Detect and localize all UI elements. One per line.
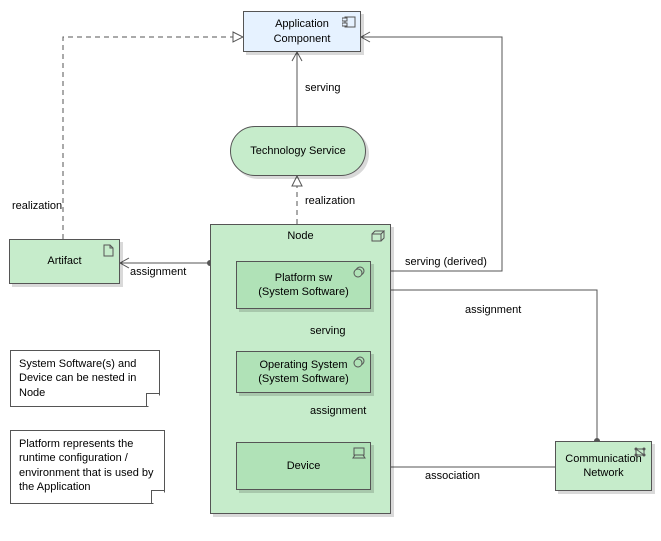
edge-label-serving: serving [305,82,340,94]
edge-label-assignment-inner: assignment [310,405,366,417]
technology-service[interactable]: Technology Service [230,126,366,176]
communication-network[interactable]: Communication Network [555,441,652,491]
artifact[interactable]: Artifact [9,239,120,284]
device-icon [352,447,366,459]
edge-label-assignment-left: assignment [130,266,186,278]
artifact-icon [101,244,115,256]
edge-label-association: association [425,470,480,482]
note-platform: Platform represents the runtime configur… [10,430,165,504]
note-nesting-text: System Software(s) and Device can be nes… [19,358,136,399]
edge-label-assignment-right: assignment [465,304,521,316]
operating-system[interactable]: Operating System (System Software) [236,351,371,393]
technology-service-label: Technology Service [250,144,345,158]
edge-label-serving-inner: serving [310,325,345,337]
device[interactable]: Device [236,442,371,490]
platform-sw[interactable]: Platform sw (System Software) [236,261,371,309]
note-nesting: System Software(s) and Device can be nes… [10,350,160,407]
network-icon [633,446,647,458]
communication-network-label: Communication Network [565,452,641,481]
application-component-label: Application Component [274,17,331,46]
artifact-label: Artifact [47,254,81,268]
note-platform-text: Platform represents the runtime configur… [19,438,154,493]
application-component[interactable]: Application Component [243,11,361,52]
component-icon [342,16,356,28]
operating-system-label: Operating System (System Software) [258,358,348,387]
system-software-icon [352,266,366,278]
edge-label-realization-mid: realization [305,195,355,207]
node-title: Node [211,229,390,243]
edge-label-serving-derived: serving (derived) [405,256,487,268]
node-icon [371,230,385,242]
edge-label-realization-left: realization [12,200,62,212]
device-label: Device [287,459,321,473]
system-software-icon [352,356,366,368]
platform-sw-label: Platform sw (System Software) [258,271,348,300]
